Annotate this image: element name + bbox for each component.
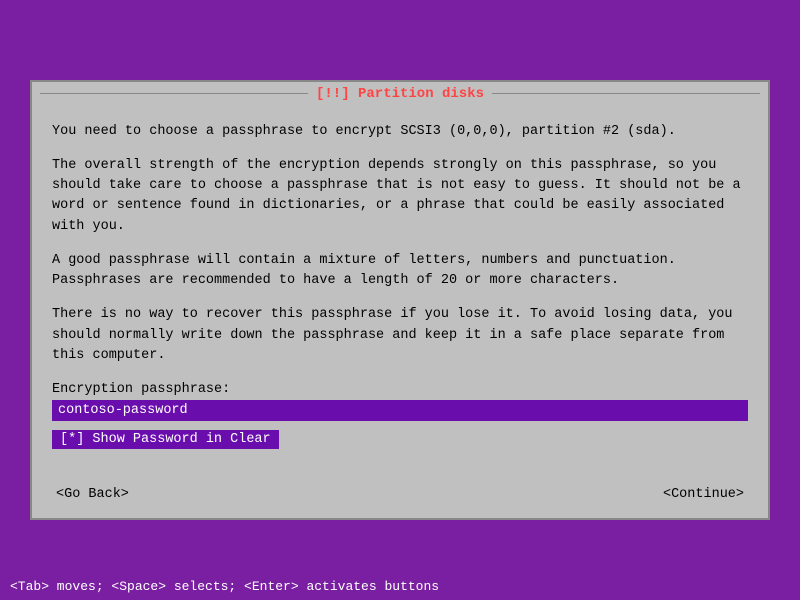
status-bar: <Tab> moves; <Space> selects; <Enter> ac… [0,573,800,600]
paragraph-1: You need to choose a passphrase to encry… [52,122,748,142]
paragraph-2: The overall strength of the encryption d… [52,156,748,237]
dialog-title: [!!] Partition disks [316,86,484,102]
continue-button[interactable]: <Continue> [659,485,748,504]
dialog-buttons: <Go Back> <Continue> [32,477,768,518]
dialog-window: [!!] Partition disks You need to choose … [30,80,770,521]
dialog-content: You need to choose a passphrase to encry… [32,106,768,478]
paragraph-3: A good passphrase will contain a mixture… [52,251,748,292]
go-back-button[interactable]: <Go Back> [52,485,133,504]
show-password-button[interactable]: [*] Show Password in Clear [52,430,279,449]
passphrase-label: Encryption passphrase: [52,380,748,400]
passphrase-input-row [52,400,748,421]
passphrase-input[interactable] [52,400,748,421]
dialog-title-bar: [!!] Partition disks [32,82,768,106]
status-bar-text: <Tab> moves; <Space> selects; <Enter> ac… [10,579,439,594]
paragraph-4: There is no way to recover this passphra… [52,305,748,366]
